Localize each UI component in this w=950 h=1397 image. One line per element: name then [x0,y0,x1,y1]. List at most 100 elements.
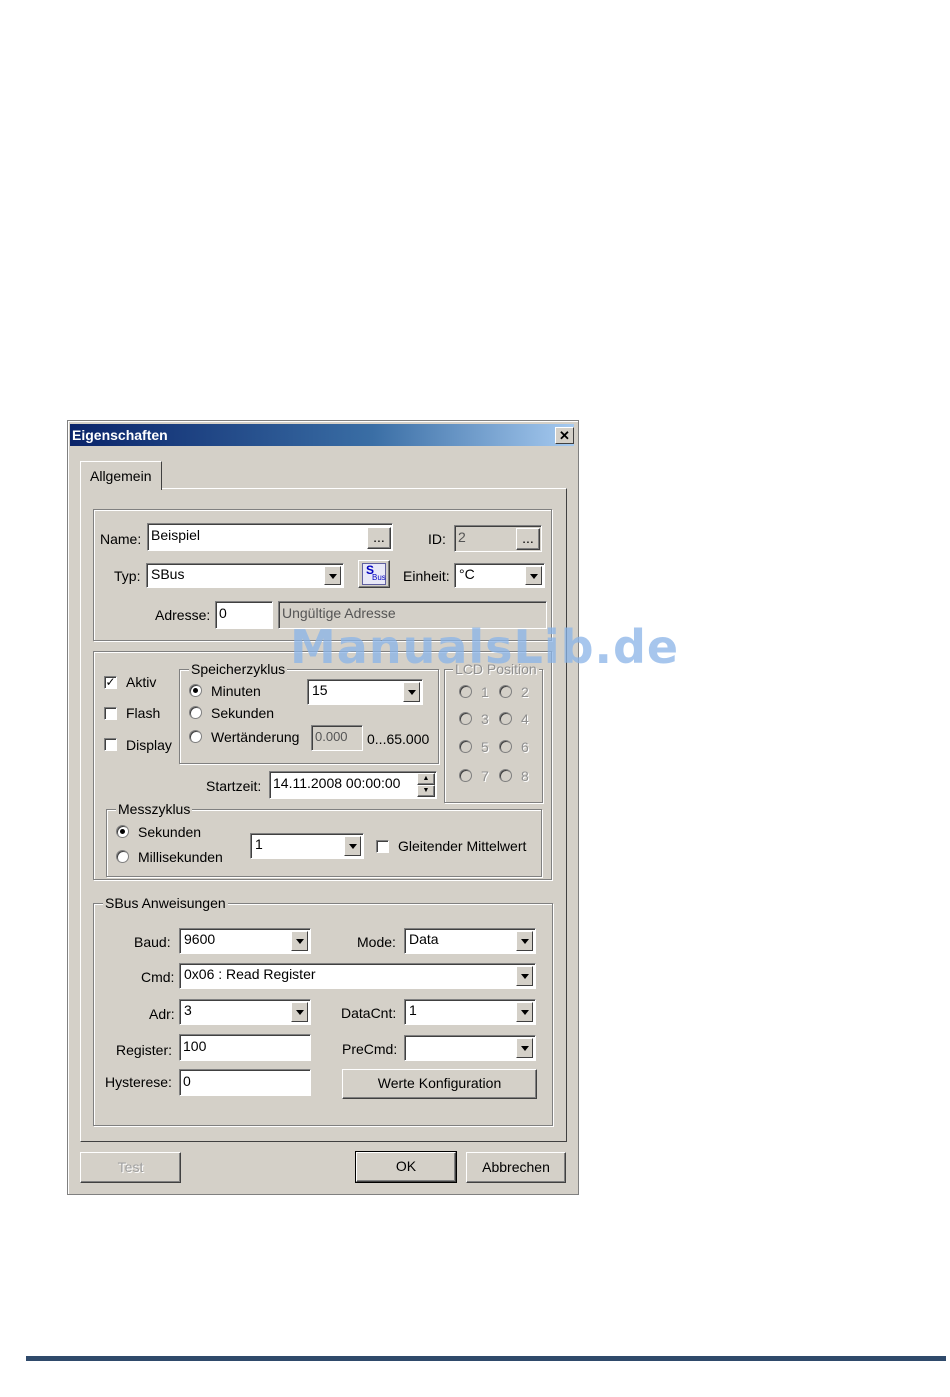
wert-field: 0.000 [311,725,363,751]
adresse-field[interactable]: 0 [215,601,273,629]
lcd-radio-5 [459,740,472,753]
wertaenderung-label: Wertänderung [211,729,300,745]
startzeit-down-button[interactable]: ▼ [417,785,435,797]
lcd-label-3: 3 [481,711,489,727]
register-field[interactable]: 100 [179,1034,311,1061]
lcd-radio-3 [459,712,472,725]
startzeit-field[interactable]: 14.11.2008 00:00:00 [269,771,437,799]
name-label: Name: [100,531,142,547]
flash-checkbox[interactable] [104,707,117,720]
aktiv-checkbox[interactable]: ✓ [104,676,117,689]
watermark: ManualsLib.de [290,620,680,674]
aktiv-label: Aktiv [126,674,157,690]
sekunden-radio[interactable] [189,706,202,719]
messzyklus-sekunden-label: Sekunden [138,824,202,840]
footer-rule [26,1356,946,1361]
chevron-down-icon[interactable] [516,1002,533,1022]
test-button: Test [80,1152,181,1183]
lcd-label-1: 1 [481,684,489,700]
chevron-down-icon[interactable] [344,836,361,856]
datacnt-dropdown[interactable]: 1 [404,999,536,1025]
startzeit-up-button[interactable]: ▲ [417,773,435,785]
millisekunden-radio[interactable] [116,850,129,863]
adr-value: 3 [184,1002,192,1018]
tab-label: Allgemein [90,468,152,484]
lcd-label-5: 5 [481,739,489,755]
adresse-label: Adresse: [155,607,211,623]
title-bar[interactable]: Eigenschaften [70,424,574,446]
gleitender-label: Gleitender Mittelwert [398,838,527,854]
sekunden-label: Sekunden [211,705,275,721]
typ-label: Typ: [114,568,141,584]
lcd-radio-2 [499,685,512,698]
lcd-label-4: 4 [521,711,529,727]
einheit-label: Einheit: [403,568,450,584]
mode-label: Mode: [357,934,396,950]
interval-dropdown[interactable]: 15 [307,679,423,705]
sbus-icon: S Bus [362,563,386,585]
lcd-radio-1 [459,685,472,698]
startzeit-label: Startzeit: [206,778,262,794]
hysterese-label: Hysterese: [105,1074,172,1090]
millisekunden-label: Millisekunden [138,849,223,865]
lcd-radio-7 [459,769,472,782]
tab-panel: Name: Beispiel ... ID: 2 ... Typ: SBus S… [80,488,567,1142]
wert-range: 0...65.000 [367,731,430,747]
flash-label: Flash [126,705,161,721]
tab-allgemein[interactable]: Allgemein [80,461,162,490]
precmd-dropdown[interactable] [404,1035,536,1061]
chevron-down-icon[interactable] [291,931,308,951]
typ-dropdown[interactable]: SBus [146,563,344,588]
name-browse-button[interactable]: ... [367,527,391,549]
baud-value: 9600 [184,931,216,947]
chevron-down-icon[interactable] [403,682,420,702]
lcd-radio-8 [499,769,512,782]
wertaenderung-radio[interactable] [189,730,202,743]
chevron-down-icon[interactable] [516,966,533,986]
lcd-label-7: 7 [481,768,489,784]
baud-label: Baud: [134,934,171,950]
mode-dropdown[interactable]: Data [404,928,536,954]
messzyklus-dropdown[interactable]: 1 [250,833,364,859]
werte-konfiguration-button[interactable]: Werte Konfiguration [342,1069,537,1099]
lcd-label-6: 6 [521,739,529,755]
hysterese-field[interactable]: 0 [179,1069,311,1096]
messzyklus-legend: Messzyklus [116,801,193,817]
chevron-down-icon[interactable] [525,566,542,585]
id-browse-button[interactable]: ... [516,528,540,550]
id-label: ID: [428,531,446,547]
mode-value: Data [409,931,439,947]
adr-dropdown[interactable]: 3 [179,999,311,1025]
datacnt-value: 1 [409,1002,417,1018]
chevron-down-icon[interactable] [291,1002,308,1022]
einheit-value: °C [459,566,475,582]
chevron-down-icon[interactable] [516,931,533,951]
lcd-radio-4 [499,712,512,725]
properties-dialog: Eigenschaften ✕ Allgemein Name: Beispiel… [67,420,579,1195]
display-checkbox[interactable] [104,738,117,751]
adr-label: Adr: [149,1006,175,1022]
messzyklus-value: 1 [255,836,263,852]
lcd-label-8: 8 [521,768,529,784]
messzyklus-sekunden-radio[interactable] [116,825,129,838]
baud-dropdown[interactable]: 9600 [179,928,311,954]
einheit-dropdown[interactable]: °C [454,563,545,588]
gleitender-checkbox[interactable] [376,840,389,853]
datacnt-label: DataCnt: [341,1005,397,1021]
ok-button[interactable]: OK [355,1151,457,1183]
lcd-radio-6 [499,740,512,753]
minuten-radio[interactable] [189,684,202,697]
sbus-config-button[interactable]: S Bus [358,560,390,588]
close-button[interactable]: ✕ [555,427,574,444]
dialog-title: Eigenschaften [72,427,168,443]
interval-value: 15 [312,682,328,698]
cmd-dropdown[interactable]: 0x06 : Read Register [179,963,536,989]
chevron-down-icon[interactable] [516,1038,533,1058]
sbus-legend: SBus Anweisungen [103,895,228,911]
precmd-label: PreCmd: [342,1041,398,1057]
name-field[interactable]: Beispiel [147,523,393,551]
chevron-down-icon[interactable] [324,566,341,585]
cmd-value: 0x06 : Read Register [184,966,316,982]
display-label: Display [126,737,172,753]
abbrechen-button[interactable]: Abbrechen [466,1152,566,1183]
